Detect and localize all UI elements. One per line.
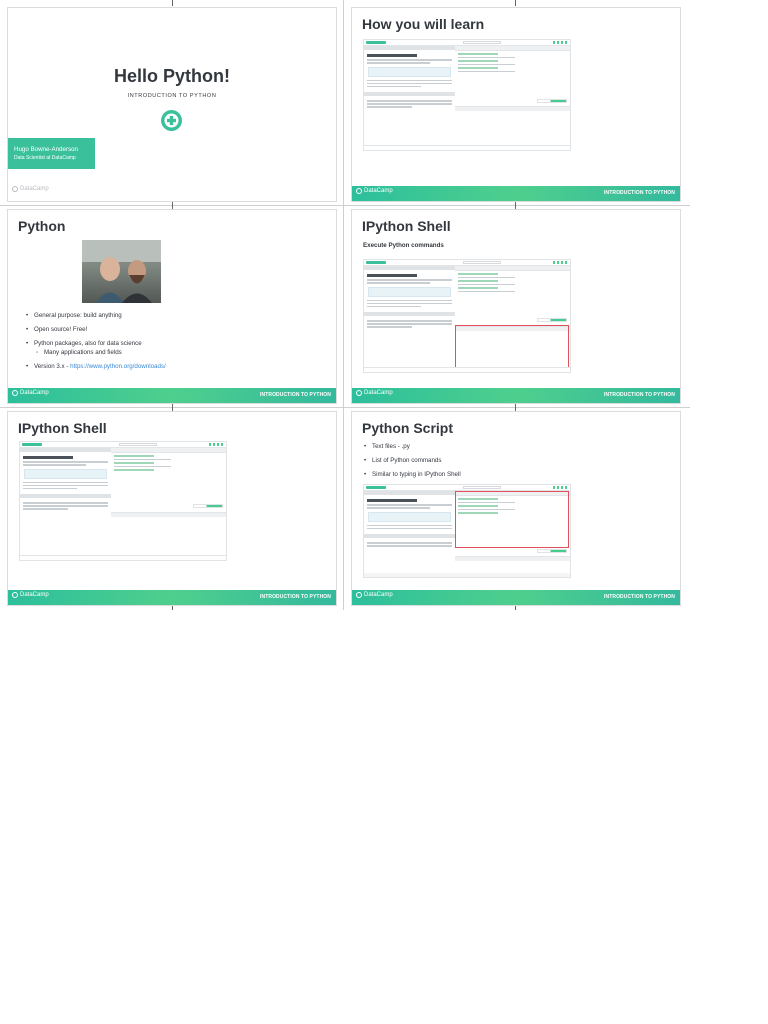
slide-title[interactable]: Hello Python! INTRODUCTION TO PYTHON Hug… (8, 8, 336, 201)
bullet-list: Text files - .py List of Python commands… (364, 443, 461, 485)
footer-brand: DataCamp (20, 592, 49, 598)
python-download-link[interactable]: https://www.python.org/downloads/ (70, 363, 166, 370)
bullet-list: General purpose: build anything Open sou… (26, 312, 166, 377)
slide-footer: DataCamp INTRODUCTION TO PYTHON (352, 590, 680, 605)
crop-mark (515, 200, 516, 210)
slide-python[interactable]: Python General purpose: build anything O… (8, 210, 336, 403)
footer-course: INTRODUCTION TO PYTHON (604, 392, 675, 398)
slide-footer: DataCamp INTRODUCTION TO PYTHON (352, 388, 680, 403)
footer-course: INTRODUCTION TO PYTHON (260, 594, 331, 600)
brand-logo: DataCamp (12, 186, 49, 192)
slide-heading: How you will learn (362, 16, 485, 32)
crop-mark (172, 402, 173, 412)
brand-text: DataCamp (20, 186, 49, 192)
datacamp-icon (356, 390, 362, 396)
slide-heading: Python Script (362, 420, 454, 436)
bullet-item: General purpose: build anything (26, 312, 166, 319)
footer-brand: DataCamp (364, 390, 393, 396)
course-screenshot (363, 259, 571, 373)
bullet-item: Open source! Free! (26, 326, 166, 333)
slide-heading: IPython Shell (18, 420, 107, 436)
crop-mark (172, 200, 173, 210)
bullet-item: Similar to typing in IPython Shell (364, 471, 461, 478)
bullet-item-version: Version 3.x - https://www.python.org/dow… (26, 363, 166, 370)
slide-footer: DataCamp INTRODUCTION TO PYTHON (8, 590, 336, 605)
sub-bullet-item: Many applications and fields (26, 349, 166, 356)
footer-course: INTRODUCTION TO PYTHON (260, 392, 331, 398)
slide-heading: IPython Shell (362, 218, 451, 234)
bullet-item: Text files - .py (364, 443, 461, 450)
footer-course: INTRODUCTION TO PYTHON (604, 594, 675, 600)
guide-line (0, 407, 690, 408)
course-screenshot (363, 39, 571, 151)
course-screenshot (363, 484, 571, 578)
presenter-box: Hugo Bowne-Anderson Data Scientist at Da… (8, 138, 95, 169)
slide-heading: Hello Python! (114, 66, 230, 86)
bullet-item: List of Python commands (364, 457, 461, 464)
datacamp-icon (356, 592, 362, 598)
version-label: Version 3.x - (34, 363, 71, 370)
datacamp-icon (12, 186, 18, 192)
bullet-item: Python packages, also for data science (26, 340, 166, 347)
datacamp-icon (12, 592, 18, 598)
slide-python-script[interactable]: Python Script Text files - .py List of P… (352, 412, 680, 605)
footer-brand: DataCamp (364, 188, 393, 194)
crop-mark (515, 402, 516, 412)
crop-mark (515, 0, 516, 6)
datacamp-icon (12, 390, 18, 396)
footer-brand: DataCamp (364, 592, 393, 598)
slide-subtitle: Execute Python commands (363, 242, 444, 249)
slide-how-you-learn[interactable]: How you will learn DataCamp INTRODUCTION… (352, 8, 680, 201)
slide-ipython-shell[interactable]: IPython Shell Execute Python commands Da… (352, 210, 680, 403)
highlight-box (454, 325, 569, 368)
footer-course: INTRODUCTION TO PYTHON (604, 190, 675, 196)
slide-subheading: INTRODUCTION TO PYTHON (127, 93, 217, 99)
slide-footer: DataCamp INTRODUCTION TO PYTHON (8, 388, 336, 403)
course-screenshot (19, 441, 227, 561)
slide-heading: Python (18, 218, 66, 234)
datacamp-icon (356, 188, 362, 194)
slide-ipython-shell-2[interactable]: IPython Shell DataCamp INTRODUCTION TO P… (8, 412, 336, 605)
crop-mark (172, 0, 173, 6)
highlight-box (454, 491, 569, 548)
guide-line (0, 205, 690, 206)
footer-brand: DataCamp (20, 390, 49, 396)
presenter-photo (82, 240, 161, 303)
guide-line (343, 0, 344, 610)
presenter-role: Data Scientist at DataCamp (14, 155, 76, 161)
slide-footer: DataCamp INTRODUCTION TO PYTHON (352, 186, 680, 201)
presenter-name: Hugo Bowne-Anderson (14, 146, 78, 153)
plus-icon (161, 110, 182, 131)
